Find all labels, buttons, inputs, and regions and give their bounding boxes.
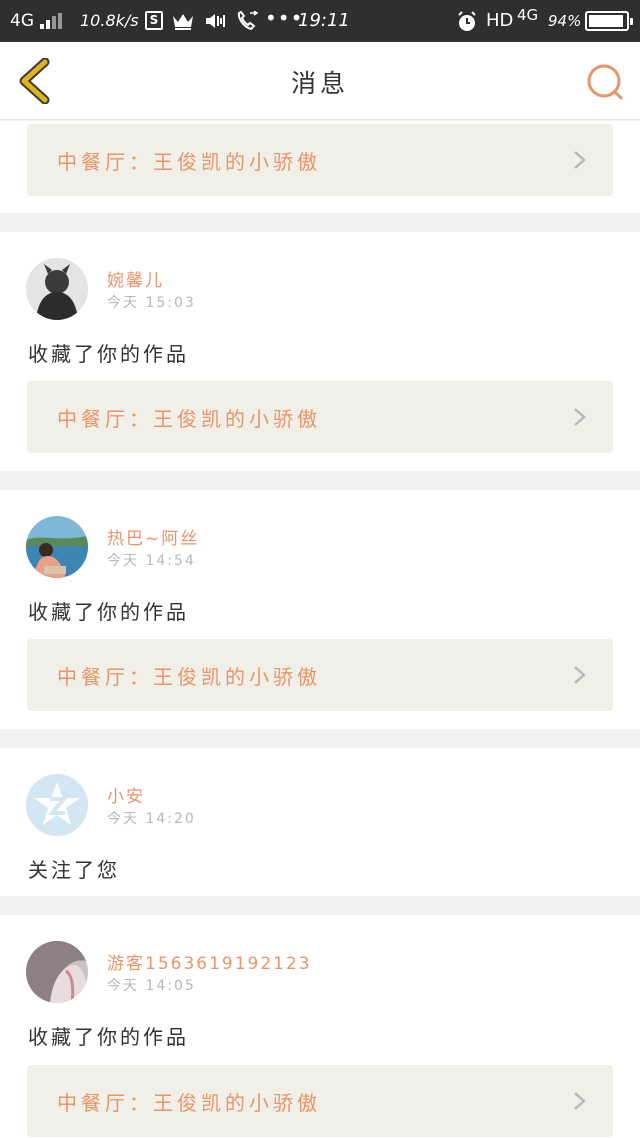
- search-icon: [587, 64, 623, 100]
- timestamp: 今天 14:05: [107, 978, 196, 994]
- timestamp: 今天 15:03: [107, 295, 196, 311]
- avatar[interactable]: [26, 941, 88, 1003]
- hd-voice-label: HD: [486, 10, 514, 31]
- alarm-icon: [456, 11, 478, 39]
- work-title: 中餐厅：王俊凯的小骄傲: [57, 665, 321, 689]
- work-link[interactable]: 中餐厅：王俊凯的小骄傲: [27, 381, 613, 453]
- message-item: 小安 今天 14:20 关注了您: [0, 748, 640, 896]
- message-item-partial: 中餐厅：王俊凯的小骄傲: [0, 121, 640, 213]
- username[interactable]: 小安: [107, 782, 145, 807]
- action-text: 收藏了你的作品: [28, 1025, 189, 1049]
- action-text: 关注了您: [28, 858, 120, 882]
- page-title: 消息: [290, 69, 349, 98]
- chevron-right-icon: [574, 666, 586, 684]
- network-speed: 10.8k/s: [80, 11, 139, 30]
- avatar[interactable]: [26, 774, 88, 836]
- header-bar: 消息: [0, 42, 640, 120]
- action-text: 收藏了你的作品: [28, 342, 189, 366]
- battery-icon: [585, 11, 633, 31]
- username[interactable]: 婉馨儿: [107, 266, 164, 291]
- username[interactable]: 游客1563619192123: [107, 949, 312, 974]
- network-type-secondary: 4G: [517, 6, 539, 24]
- signal-icon: [40, 13, 66, 29]
- avatar[interactable]: [26, 516, 88, 578]
- status-bar: 4G 10.8k/s S ••• 19:11 HD 4G 94%: [0, 0, 640, 42]
- work-title: 中餐厅：王俊凯的小骄傲: [57, 407, 321, 431]
- vibrate-icon: [204, 12, 228, 36]
- work-link[interactable]: 中餐厅：王俊凯的小骄傲: [27, 124, 613, 196]
- avatar[interactable]: [26, 258, 88, 320]
- chevron-right-icon: [574, 408, 586, 426]
- message-item: 婉馨儿 今天 15:03 收藏了你的作品 中餐厅：王俊凯的小骄傲: [0, 232, 640, 471]
- timestamp: 今天 14:54: [107, 553, 196, 569]
- work-title: 中餐厅：王俊凯的小骄傲: [57, 1091, 321, 1115]
- wifi-call-icon: [236, 10, 259, 37]
- message-item: 游客1563619192123 今天 14:05 收藏了你的作品 中餐厅：王俊凯…: [0, 915, 640, 1138]
- s-app-icon: S: [145, 11, 163, 30]
- work-link[interactable]: 中餐厅：王俊凯的小骄傲: [27, 639, 613, 711]
- search-button[interactable]: [584, 61, 626, 103]
- username[interactable]: 热巴~阿丝: [107, 524, 199, 549]
- network-type: 4G: [10, 11, 34, 31]
- work-title: 中餐厅：王俊凯的小骄傲: [57, 150, 321, 174]
- battery-percent: 94%: [548, 12, 582, 30]
- clock: 19:11: [298, 10, 350, 31]
- action-text: 收藏了你的作品: [28, 600, 189, 624]
- message-item: 热巴~阿丝 今天 14:54 收藏了你的作品 中餐厅：王俊凯的小骄傲: [0, 490, 640, 729]
- timestamp: 今天 14:20: [107, 811, 196, 827]
- chevron-right-icon: [574, 1092, 586, 1110]
- chevron-right-icon: [574, 151, 586, 169]
- work-link[interactable]: 中餐厅：王俊凯的小骄傲: [27, 1065, 613, 1137]
- crown-icon: [172, 12, 194, 36]
